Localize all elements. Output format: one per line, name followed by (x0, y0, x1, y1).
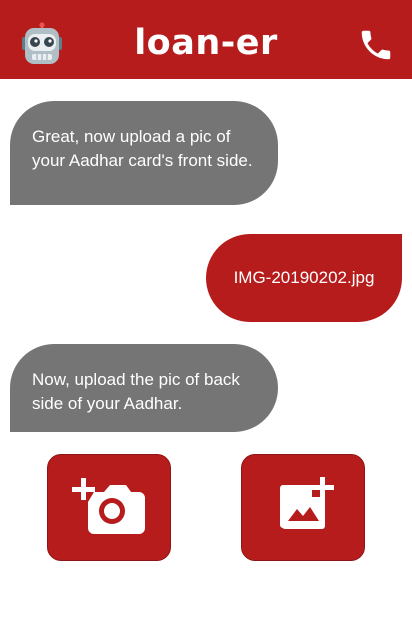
phone-icon[interactable] (356, 26, 396, 64)
bot-message: Now, upload the pic of back side of your… (10, 344, 278, 432)
add-photo-alternate-icon (280, 477, 334, 529)
take-photo-button[interactable] (47, 454, 171, 561)
bot-message: Great, now upload a pic of your Aadhar c… (10, 101, 278, 205)
app-header: loan-er (0, 0, 412, 79)
app-title: loan-er (134, 23, 278, 63)
add-a-photo-icon (72, 478, 145, 534)
user-message: IMG-20190202.jpg (206, 234, 402, 322)
choose-from-gallery-button[interactable] (241, 454, 365, 561)
